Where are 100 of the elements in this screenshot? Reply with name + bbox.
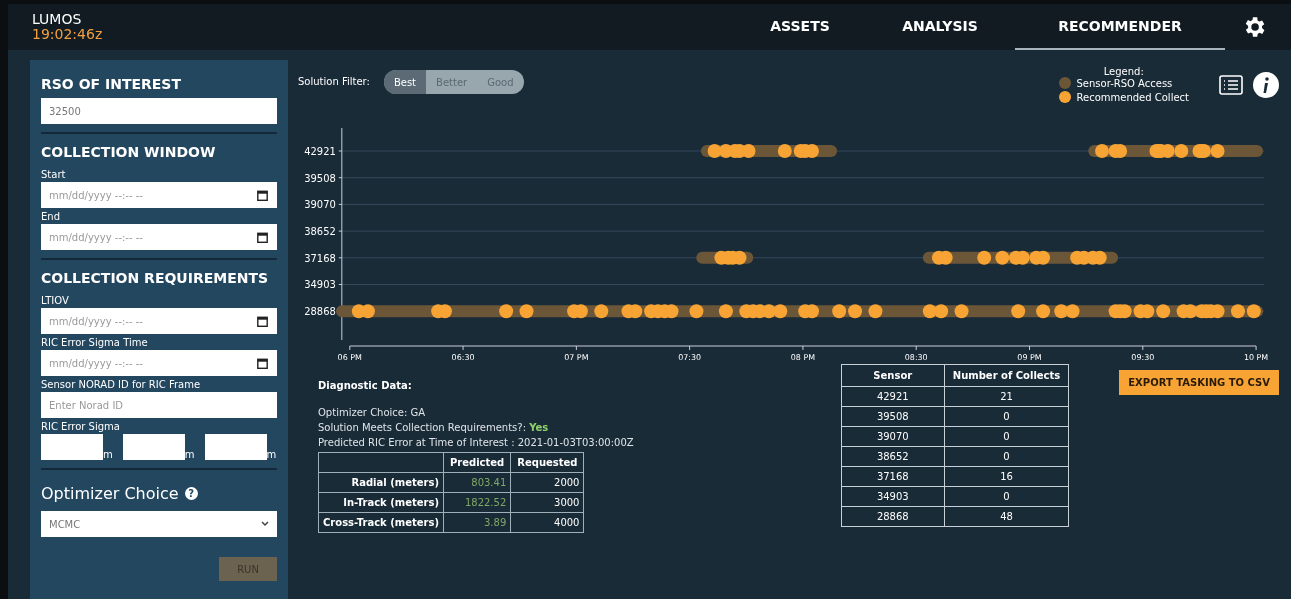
- diagnostic-text: Predicted RIC Error at Time of Interest : 2021-01-03T03:00:00Z: [318, 436, 635, 450]
- collect-point: [707, 144, 722, 158]
- collect-point: [628, 304, 643, 319]
- collect-point: [805, 144, 819, 158]
- section-title: RSO OF INTEREST: [41, 76, 182, 92]
- axis-label: 06:30: [451, 353, 475, 362]
- table-cell: 0: [944, 426, 1069, 447]
- table-cell: 803.41: [443, 472, 511, 493]
- input-field[interactable]: [204, 434, 267, 460]
- axis-label: 07:30: [678, 353, 702, 362]
- table-cell: 39508: [841, 406, 945, 427]
- field-label: Sensor NORAD ID for RIC Frame: [41, 379, 202, 390]
- column-header: Predicted: [443, 452, 511, 473]
- collect-point: [1246, 304, 1261, 319]
- section-title: Diagnostic Data:: [318, 380, 413, 391]
- list-icon[interactable]: [1219, 75, 1243, 95]
- table-cell: 1822.52: [443, 492, 511, 513]
- collect-point: [519, 304, 534, 319]
- axis-label: 28868: [304, 306, 336, 318]
- collect-point: [1095, 144, 1109, 158]
- row-header: Radial (meters): [318, 472, 444, 493]
- input-field[interactable]: [41, 434, 103, 460]
- axis-label: 08 PM: [790, 353, 816, 362]
- table-cell: 2000: [510, 472, 584, 493]
- table-cell: 21: [944, 386, 1069, 407]
- unit-label: m: [184, 449, 195, 460]
- diagnostic-text: Solution Meets Collection Requirements?: Yes: [318, 421, 550, 435]
- clock: 19:02:46z: [32, 27, 103, 42]
- nav-tab[interactable]: ANALYSIS: [865, 4, 1015, 50]
- collect-point: [1011, 304, 1026, 319]
- table-cell: 16: [944, 466, 1069, 487]
- nav-tab[interactable]: ASSETS: [735, 4, 865, 50]
- row-header: Cross-Track (meters): [318, 512, 444, 533]
- unit-label: m: [266, 449, 277, 460]
- collect-point: [868, 304, 883, 319]
- collect-point: [1183, 304, 1198, 319]
- axis-label: 38652: [304, 226, 336, 238]
- date-field[interactable]: mm/dd/yyyy --:-- --: [41, 224, 277, 250]
- calendar-icon[interactable]: [257, 358, 268, 369]
- axis-label: 09 PM: [1017, 353, 1042, 362]
- collect-point: [954, 304, 969, 319]
- column-header: Number of Collects: [944, 364, 1069, 387]
- collect-point: [1174, 144, 1189, 158]
- axis-label: 10 PM: [1243, 353, 1269, 362]
- axis-label: 39070: [304, 199, 336, 211]
- collect-point: [1065, 304, 1080, 319]
- collect-point: [832, 304, 847, 319]
- collect-point: [848, 304, 863, 319]
- table-cell: 48: [944, 506, 1069, 527]
- collect-point: [1036, 304, 1051, 319]
- calendar-icon[interactable]: [257, 316, 268, 327]
- table-cell: 37168: [841, 466, 945, 487]
- date-field[interactable]: mm/dd/yyyy --:-- --: [41, 308, 277, 334]
- optimizer-select[interactable]: MCMC: [41, 511, 277, 537]
- collect-point: [1140, 304, 1155, 319]
- collect-point: [438, 304, 452, 319]
- input-field[interactable]: [122, 434, 185, 460]
- table-cell: 3.89: [443, 512, 511, 533]
- date-field[interactable]: mm/dd/yyyy --:-- --: [41, 350, 277, 376]
- table-cell: 42921: [841, 386, 945, 407]
- info-icon[interactable]: [1253, 72, 1279, 98]
- calendar-icon[interactable]: [257, 190, 268, 201]
- unit-label: m: [103, 449, 113, 460]
- collect-point: [360, 304, 375, 319]
- section-title: COLLECTION WINDOW: [41, 144, 217, 160]
- section-title: COLLECTION REQUIREMENTS: [41, 270, 270, 286]
- row-header: In-Track (meters): [318, 492, 444, 513]
- axis-label: 34903: [304, 279, 336, 291]
- collect-point: [762, 304, 776, 319]
- axis-label: 39508: [304, 172, 336, 184]
- collect-point: [594, 304, 609, 319]
- table-cell: 38652: [841, 446, 945, 467]
- collect-point: [995, 250, 1010, 265]
- text-field[interactable]: 32500: [41, 98, 277, 124]
- nav-tab[interactable]: RECOMMENDER: [1015, 4, 1225, 50]
- collect-point: [1036, 250, 1051, 265]
- text-field[interactable]: Enter Norad ID: [41, 392, 277, 418]
- filter-label: Solution Filter:: [298, 76, 370, 87]
- table-cell: 0: [944, 486, 1069, 507]
- axis-label: 06 PM: [337, 353, 362, 362]
- axis-label: 42921: [304, 146, 336, 157]
- help-icon[interactable]: ?: [184, 487, 198, 500]
- section-title: Optimizer Choice: [41, 484, 179, 503]
- collect-point: [777, 144, 792, 158]
- axis-label: 07 PM: [564, 353, 589, 362]
- field-label: End: [41, 211, 61, 222]
- collect-point: [1054, 304, 1069, 319]
- collect-point: [934, 304, 949, 319]
- field-label: LTIOV: [41, 295, 70, 306]
- axis-label: 09:30: [1131, 353, 1155, 362]
- axis-label: 08:30: [904, 353, 928, 362]
- table-cell: 0: [944, 446, 1069, 467]
- calendar-icon[interactable]: [257, 232, 268, 243]
- date-field[interactable]: mm/dd/yyyy --:-- --: [41, 182, 277, 208]
- field-label: RIC Error Sigma: [41, 421, 121, 432]
- filter-option[interactable]: Best: [383, 70, 427, 94]
- collect-point: [1156, 304, 1171, 319]
- collect-point: [1210, 144, 1225, 158]
- app-name: LUMOS: [32, 12, 83, 27]
- export-button[interactable]: EXPORT TASKING TO CSV: [1119, 370, 1279, 395]
